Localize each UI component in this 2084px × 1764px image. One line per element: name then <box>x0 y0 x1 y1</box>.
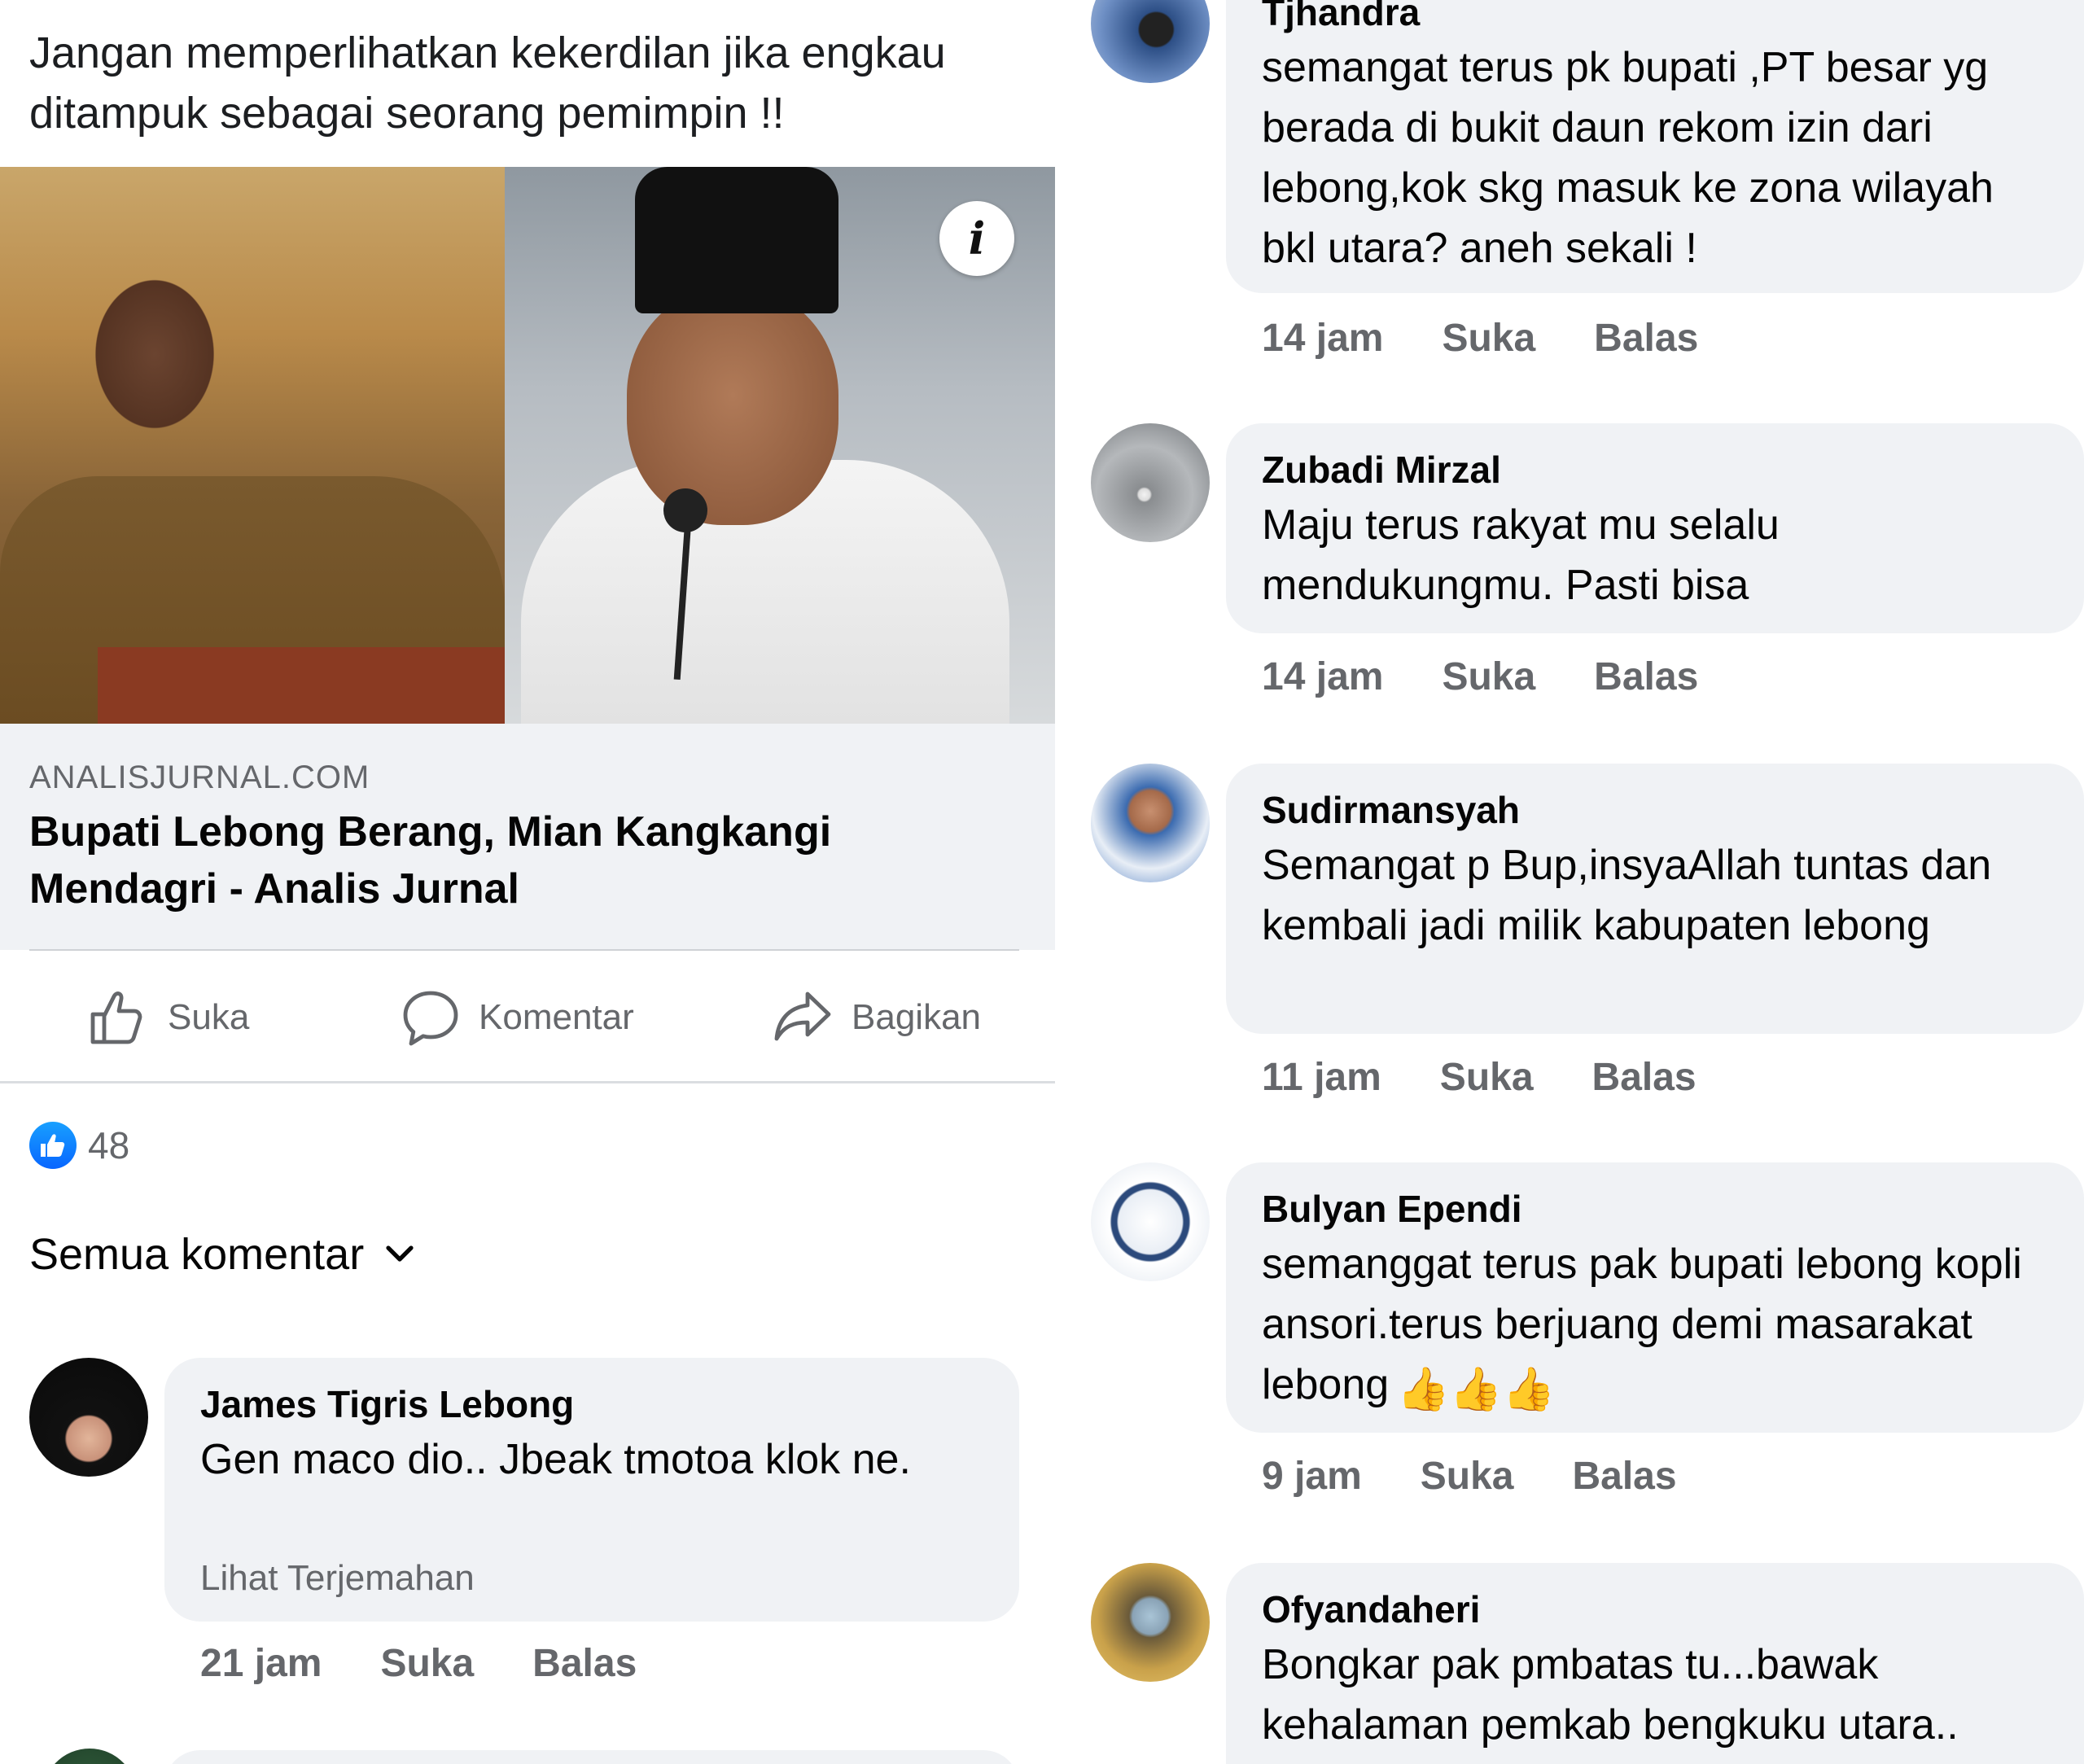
comment-like-button[interactable]: Suka <box>1421 1454 1514 1499</box>
link-preview-image[interactable]: i <box>0 167 1055 724</box>
comment-author[interactable]: Zubadi Mirzal <box>1262 448 1501 492</box>
photo-official-left <box>0 167 505 724</box>
comments-panel: Tjhandra semangat terus pk bupati ,PT be… <box>1073 0 2084 1764</box>
comment-text: semanggat terus pak bupati lebong kopli … <box>1262 1234 2043 1420</box>
avatar[interactable] <box>42 1749 137 1764</box>
comment-author[interactable]: Ofyandaheri <box>1262 1587 1480 1631</box>
comment-timestamp: 9 jam <box>1262 1455 1362 1498</box>
thumbs-up-icon <box>90 991 142 1044</box>
comment-like-button[interactable]: Suka <box>1440 1055 1534 1100</box>
comment-author[interactable]: Tjhandra <box>1262 0 1420 34</box>
avatar[interactable] <box>1091 1162 1210 1281</box>
comment-text: Bongkar pak pmbatas tu...bawak kehalaman… <box>1262 1641 1959 1749</box>
post-panel: Jangan memperlihatkan kekerdilan jika en… <box>0 0 1055 1764</box>
comment-bubble: Bulyan Ependi semanggat terus pak bupati… <box>1226 1162 2084 1433</box>
info-icon[interactable]: i <box>939 201 1014 276</box>
comment-timestamp: 11 jam <box>1262 1056 1381 1099</box>
chevron-down-icon <box>386 1245 414 1262</box>
comment-button[interactable]: Komentar <box>401 985 634 1050</box>
comment-author[interactable]: James Tigris Lebong <box>200 1382 574 1426</box>
avatar[interactable] <box>1091 423 1210 542</box>
comment-text: Maju terus rakyat mu selalu mendukungmu.… <box>1262 501 1780 609</box>
reaction-summary[interactable]: 48 <box>29 1117 129 1174</box>
post-caption: Jangan memperlihatkan kekerdilan jika en… <box>29 28 946 138</box>
share-button[interactable]: Bagikan <box>772 985 981 1050</box>
like-reaction-icon <box>29 1122 77 1169</box>
comment-text: Gen maco dio.. Jbeak tmotoa klok ne. <box>200 1436 911 1483</box>
comment-bubble: Ofyandaheri Bongkar pak pmbatas tu...baw… <box>1226 1563 2084 1764</box>
comment-meta: 11 jam Suka Balas <box>1262 1055 1755 1100</box>
avatar[interactable] <box>1091 1563 1210 1682</box>
avatar[interactable] <box>1091 0 1210 83</box>
share-button-label: Bagikan <box>852 997 982 1037</box>
like-button-label: Suka <box>168 997 250 1037</box>
link-card[interactable]: ANALISJURNAL.COM Bupati Lebong Berang, M… <box>0 724 1055 950</box>
avatar[interactable] <box>1091 764 1210 882</box>
like-button[interactable]: Suka <box>88 985 249 1050</box>
see-translation-link[interactable]: Lihat Terjemahan <box>200 1558 475 1599</box>
comment-reply-button[interactable]: Balas <box>1594 316 1698 361</box>
comment-meta: 14 jam Suka Balas <box>1262 654 1757 699</box>
share-arrow-icon <box>774 991 831 1041</box>
thumbs-up-emoji: 👍👍👍 <box>1397 1366 1556 1413</box>
comment-like-button[interactable]: Suka <box>1442 654 1535 699</box>
comment-bubble <box>164 1750 1019 1764</box>
comment-reply-button[interactable]: Balas <box>1572 1454 1676 1499</box>
comment-text-body: semanggat terus pak bupati lebong kopli … <box>1262 1241 2022 1408</box>
comment-button-label: Komentar <box>479 997 634 1037</box>
comment-meta: 9 jam Suka Balas <box>1262 1454 1736 1499</box>
comment-author[interactable]: Bulyan Ependi <box>1262 1187 1521 1231</box>
comment-bubble: James Tigris Lebong Gen maco dio.. Jbeak… <box>164 1358 1019 1622</box>
post-action-bar: Suka Komentar Bagikan <box>0 951 1055 1083</box>
comment-filter-dropdown[interactable]: Semua komentar <box>29 1229 414 1280</box>
comment-timestamp: 21 jam <box>200 1642 322 1685</box>
comment-text: Semangat p Bup,insyaAllah tuntas dan kem… <box>1262 842 1992 949</box>
avatar[interactable] <box>29 1358 148 1477</box>
divider <box>0 1081 1055 1083</box>
link-title[interactable]: Bupati Lebong Berang, Mian Kangkangi Men… <box>29 803 1006 917</box>
comment-meta: 14 jam Suka Balas <box>1262 316 1757 361</box>
comment-author[interactable]: Sudirmansyah <box>1262 788 1520 832</box>
comment-timestamp: 14 jam <box>1262 317 1384 360</box>
comment-filter-label: Semua komentar <box>29 1230 365 1279</box>
speech-bubble-icon <box>403 991 458 1046</box>
reaction-count: 48 <box>88 1124 130 1167</box>
comment-like-button[interactable]: Suka <box>1442 316 1535 361</box>
comment-text: semangat terus pk bupati ,PT besar yg be… <box>1262 44 1994 272</box>
comment-reply-button[interactable]: Balas <box>1592 1055 1697 1100</box>
comment-reply-button[interactable]: Balas <box>1594 654 1698 699</box>
comment-bubble: Tjhandra semangat terus pk bupati ,PT be… <box>1226 0 2084 293</box>
comment-like-button[interactable]: Suka <box>380 1641 474 1686</box>
comment-meta: 21 jam Suka Balas <box>200 1641 695 1686</box>
comment-timestamp: 14 jam <box>1262 655 1384 698</box>
comment-bubble: Sudirmansyah Semangat p Bup,insyaAllah t… <box>1226 764 2084 1034</box>
link-domain: ANALISJURNAL.COM <box>29 759 370 795</box>
comment-bubble: Zubadi Mirzal Maju terus rakyat mu selal… <box>1226 423 2084 633</box>
comment-reply-button[interactable]: Balas <box>532 1641 637 1686</box>
